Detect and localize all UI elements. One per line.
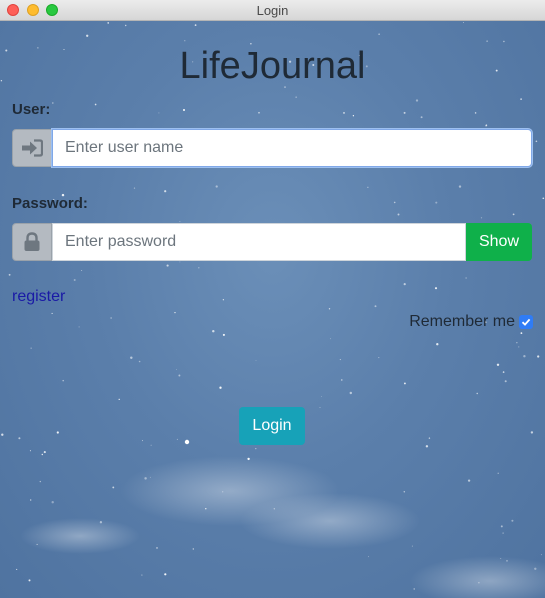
sign-in-icon [22,139,43,157]
remember-me-label: Remember me [409,313,515,330]
window-titlebar: Login [0,0,545,21]
password-addon [12,223,52,261]
login-panel: LifeJournal User: Password: Show registe… [0,21,545,598]
lock-icon [24,232,40,251]
app-title: LifeJournal [179,45,366,87]
username-input[interactable] [52,129,532,167]
user-addon [12,129,52,167]
password-label: Password: [12,195,88,212]
window-title: Login [256,3,289,18]
login-button[interactable]: Login [239,407,305,445]
password-input[interactable] [52,223,466,261]
register-link[interactable]: register [12,288,65,306]
user-label: User: [12,101,51,118]
remember-me[interactable]: Remember me [409,313,533,331]
remember-me-checkbox[interactable] [519,315,533,329]
password-input-group: Show [12,223,532,261]
show-password-button[interactable]: Show [466,223,532,261]
checkmark-icon [521,318,531,326]
starry-sky-background [0,22,545,598]
user-input-group [12,129,532,167]
